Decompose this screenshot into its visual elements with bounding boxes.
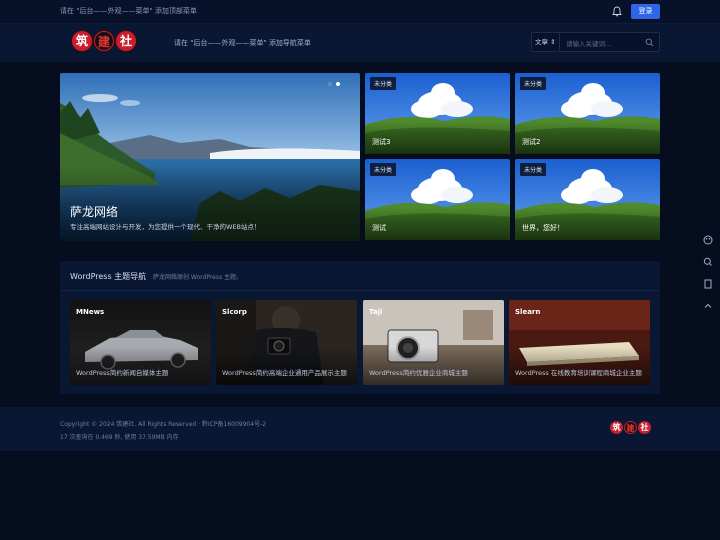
search-type-select[interactable]: 文章 ⇕ xyxy=(532,33,560,51)
bell-icon[interactable] xyxy=(612,6,622,17)
logo-char: 筑 xyxy=(72,31,92,51)
site-footer: Copyright © 2024 筑建社. All Rights Reserve… xyxy=(0,407,720,451)
logo-char: 筑 xyxy=(610,421,623,434)
theme-description: WordPress简约新闻自媒体主题 xyxy=(76,369,169,377)
theme-nav-section: WordPress 主题导航 萨龙网络原创 WordPress 主题。 MNew… xyxy=(60,261,660,394)
nav-menu-hint[interactable]: 请在 "后台——外观——菜单" 添加导航菜单 xyxy=(174,38,311,48)
logo-char: 社 xyxy=(638,421,651,434)
slider-dot-active[interactable] xyxy=(336,82,340,86)
category-badge[interactable]: 未分类 xyxy=(520,77,547,90)
top-bar: 请在 "后台——外观——菜单" 添加顶部菜单 登录 xyxy=(0,0,720,24)
hero-subtitle: 专注高端网站设计与开发，为您提供一个现代、干净的WEB站点！ xyxy=(70,223,261,231)
logo-char: 建 xyxy=(624,421,637,434)
slider-dot[interactable] xyxy=(328,82,332,86)
post-tile[interactable]: 未分类 世界，您好！ xyxy=(515,159,660,240)
logo-char: 社 xyxy=(116,31,136,51)
theme-description: WordPress 在线教育培训课程商城企业主题 xyxy=(515,369,642,377)
query-stats: 17 次查询在 0.469 秒, 使用 37.59MB 内存 xyxy=(60,434,179,441)
post-tile[interactable]: 未分类 测试 xyxy=(365,159,510,240)
theme-description: WordPress简约优雅企业商城主题 xyxy=(369,369,468,377)
section-description: 萨龙网络原创 WordPress 主题。 xyxy=(153,274,243,281)
arrow-up-icon[interactable] xyxy=(698,297,718,315)
copyright-text[interactable]: Copyright © 2024 筑建社. All Rights Reserve… xyxy=(60,419,266,428)
bookmark-icon[interactable] xyxy=(698,275,718,293)
section-title: WordPress 主题导航 xyxy=(70,272,147,281)
post-tile[interactable]: 未分类 测试2 xyxy=(515,73,660,154)
theme-name: Taji xyxy=(369,308,383,316)
theme-name: Slearn xyxy=(515,308,541,316)
post-title[interactable]: 世界，您好！ xyxy=(522,223,564,233)
floating-toolbar xyxy=(698,231,718,319)
search-input[interactable]: 请输入关键词... xyxy=(566,38,611,48)
theme-card[interactable]: Slearn WordPress 在线教育培训课程商城企业主题 xyxy=(509,300,650,385)
hero-title: 萨龙网络 xyxy=(70,205,119,219)
theme-name: Slcorp xyxy=(222,308,247,316)
theme-name: MNews xyxy=(76,308,105,316)
magnifier-icon[interactable] xyxy=(698,253,718,271)
theme-card[interactable]: Slcorp WordPress简约高端企业通用产品展示主题 xyxy=(216,300,357,385)
hero-slide[interactable]: 萨龙网络 专注高端网站设计与开发，为您提供一个现代、干净的WEB站点！ xyxy=(60,73,360,241)
post-tile[interactable]: 未分类 测试3 xyxy=(365,73,510,154)
logo-char: 建 xyxy=(94,31,114,51)
login-button[interactable]: 登录 xyxy=(631,4,660,19)
site-logo[interactable]: 筑 建 社 xyxy=(72,31,136,55)
category-badge[interactable]: 未分类 xyxy=(520,163,547,176)
top-menu-hint: 请在 "后台——外观——菜单" 添加顶部菜单 xyxy=(60,7,197,15)
theme-description: WordPress简约高端企业通用产品展示主题 xyxy=(222,369,347,377)
divider xyxy=(60,290,660,291)
category-badge[interactable]: 未分类 xyxy=(370,163,397,176)
post-title[interactable]: 测试2 xyxy=(522,137,540,147)
search-box: 文章 ⇕ 请输入关键词... xyxy=(531,32,660,52)
site-header: 筑 建 社 请在 "后台——外观——菜单" 添加导航菜单 文章 ⇕ 请输入关键词… xyxy=(0,24,720,62)
search-icon[interactable] xyxy=(645,38,654,47)
slider-dots xyxy=(328,82,340,86)
category-badge[interactable]: 未分类 xyxy=(370,77,397,90)
theme-card[interactable]: MNews WordPress简约新闻自媒体主题 xyxy=(70,300,211,385)
post-title[interactable]: 测试3 xyxy=(372,137,390,147)
theme-card[interactable]: Taji WordPress简约优雅企业商城主题 xyxy=(363,300,504,385)
palette-icon[interactable] xyxy=(698,231,718,249)
footer-logo[interactable]: 筑 建 社 xyxy=(610,421,651,434)
post-title[interactable]: 测试 xyxy=(372,223,386,233)
